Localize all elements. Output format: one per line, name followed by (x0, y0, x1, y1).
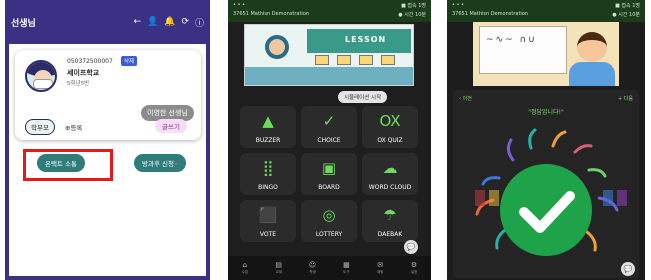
people-icon: ☺ (308, 261, 317, 269)
info-icon[interactable]: ⓘ (195, 16, 204, 29)
student-tile (315, 55, 329, 65)
session-title: 37651 Mathisn Demonstration (233, 11, 310, 17)
chat-icon: ✉ (377, 261, 384, 269)
ontact-communication-button[interactable]: 온택트 소통 (37, 154, 85, 172)
choice-icon: ✓ (322, 112, 336, 130)
nav-item[interactable]: ▦ 도구 (335, 261, 357, 275)
new-dot-icon: • (173, 160, 178, 168)
nav-label: 학생 (309, 270, 316, 274)
nav-label: 교재 (275, 270, 282, 274)
student-tile (337, 55, 351, 65)
vote-icon: ⬛ (258, 206, 278, 224)
buzzer-icon: ▲ (262, 112, 274, 130)
tool-choice-button[interactable]: ✓ CHOICE (301, 106, 357, 148)
user-manage-icon[interactable]: 👤 (147, 17, 158, 27)
nav-label: 설정 (410, 270, 418, 274)
write-button[interactable]: 글쓰기 (155, 119, 187, 133)
student-tile (381, 55, 395, 65)
school-name: 세이프학교 (67, 69, 100, 77)
chat-bubble-icon[interactable]: 💬 (621, 262, 635, 276)
tool-label: OX QUIZ (377, 137, 403, 144)
lesson-illustration: LESSON (244, 24, 414, 86)
register-label: 등록 (70, 124, 83, 132)
parent-button[interactable]: 학부모 (25, 119, 55, 135)
daebak-icon: ☂ (383, 206, 397, 224)
tool-label: BINGO (258, 184, 278, 191)
start-simulation-button[interactable]: 시뮬레이션 시작 (338, 91, 388, 103)
tool-label: BOARD (318, 184, 340, 191)
class-grade: 5학년5반 (67, 81, 90, 87)
check-mark-icon (500, 164, 592, 256)
phone-screen-class-tools: • • • 37651 Mathisn Demonstration ■ 접속 1… (228, 0, 431, 280)
nav-label: 도구 (343, 270, 350, 274)
tool-label: CHOICE (317, 137, 341, 144)
bottom-navigation: ⌂ 수업 ▤ 교재 ☺ 학생 ▦ 도구 ✉ 채팅 ⚙ 설정 (228, 256, 431, 280)
tool-label: BUZZER (255, 137, 281, 144)
tool-bingo-button[interactable]: ⣿ BINGO (240, 153, 296, 195)
tool-label: LOTTERY (315, 231, 343, 238)
classroom-illustration: ~∿~ ∩∪ (473, 22, 619, 86)
nav-item[interactable]: ⌂ 수업 (234, 261, 256, 275)
main-content: 050372500007 삭제 세이프학교 5학년5반 이영한 선생님 학부모 … (9, 44, 206, 276)
status-left-top: • • • (452, 2, 465, 8)
bingo-icon: ⣿ (262, 159, 274, 177)
nav-item[interactable]: ☺ 학생 (302, 261, 324, 275)
nav-item[interactable]: ⚙ 설정 (403, 261, 425, 275)
participants-count: ■ 접속 1명 (401, 3, 426, 9)
grid-icon: ▦ (343, 261, 350, 269)
tool-word-cloud-button[interactable]: ☁ WORD CLOUD (362, 153, 418, 195)
nav-label: 채팅 (376, 270, 384, 274)
lesson-label: LESSON (345, 35, 387, 44)
ox-quiz-icon: OX (379, 112, 401, 130)
book-icon: ▤ (275, 261, 283, 269)
phone-screen-answer-feedback: • • • 37651 Mathisn Demonstration ■ 접속 1… (447, 0, 645, 280)
board-icon: ▣ (321, 159, 337, 177)
app-bar: 선생님 ← 👤 🔔 ⟳ ⓘ (5, 0, 210, 44)
home-icon: ⌂ (242, 261, 248, 269)
register-button[interactable]: ⊕등록 (65, 122, 82, 132)
tool-label: DAEBAK (377, 231, 403, 238)
tool-grid: ▲ BUZZER ✓ CHOICE OX OX QUIZ ⣿ BINGO ▣ BOARD ☁ WORD… (240, 106, 420, 242)
delete-button[interactable]: 삭제 (121, 56, 138, 66)
app-title: 선생님 (11, 18, 36, 29)
tool-buzzer-button[interactable]: ▲ BUZZER (240, 106, 296, 148)
tool-vote-button[interactable]: ⬛ VOTE (240, 200, 296, 242)
student-card: 050372500007 삭제 세이프학교 5학년5반 이영한 선생님 학부모 … (15, 50, 201, 140)
tool-board-button[interactable]: ▣ BOARD (301, 153, 357, 195)
whiteboard: ~∿~ ∩∪ (479, 26, 567, 74)
settings-icon: ⚙ (410, 261, 418, 269)
bell-icon[interactable]: 🔔 (164, 17, 175, 27)
status-bar: • • • 37651 Mathisn Demonstration ■ 접속 1… (447, 0, 645, 22)
session-time: ● 시간 10분 (612, 12, 640, 18)
status-bar: • • • 37651 Mathisn Demonstration ■ 접속 1… (228, 0, 431, 22)
refresh-icon[interactable]: ⟳ (181, 17, 189, 27)
back-arrow-icon[interactable]: ← (133, 17, 141, 27)
nav-item[interactable]: ✉ 채팅 (369, 261, 391, 275)
student-phone-number: 050372500007 (67, 58, 113, 65)
nav-label: 수업 (241, 270, 249, 274)
after-school-label: 방과후 신청 (142, 160, 174, 168)
tool-lottery-button[interactable]: ◎ LOTTERY (301, 200, 357, 242)
participants-count: ■ 접속 1명 (615, 3, 640, 9)
nav-item[interactable]: ▤ 교재 (268, 261, 290, 275)
tool-daebak-button[interactable]: ☂ DAEBAK (362, 200, 418, 242)
desk (245, 67, 413, 85)
tool-label: VOTE (259, 231, 277, 238)
student-avatar (25, 60, 57, 92)
tool-label: WORD CLOUD (368, 184, 412, 191)
lottery-icon: ◎ (322, 206, 336, 224)
status-left-top: • • • (233, 2, 246, 8)
student-figure (577, 32, 607, 62)
session-time: ● 시간 10분 (398, 12, 426, 18)
chat-bubble-icon[interactable]: 💬 (404, 240, 418, 254)
teacher-figure (265, 35, 289, 59)
word-cloud-icon: ☁ (382, 159, 398, 177)
phone-screen-teacher-app: 선생님 ← 👤 🔔 ⟳ ⓘ 050372500007 삭제 세이프학교 5학년5… (5, 0, 210, 280)
session-title: 37651 Mathisn Demonstration (452, 11, 529, 17)
feedback-panel: ‹ 이전 + 다음 "정답입니다!" (453, 90, 639, 278)
tool-ox-quiz-button[interactable]: OX OX QUIZ (362, 106, 418, 148)
after-school-apply-button[interactable]: 방과후 신청• (134, 154, 186, 172)
student-tile (359, 55, 373, 65)
